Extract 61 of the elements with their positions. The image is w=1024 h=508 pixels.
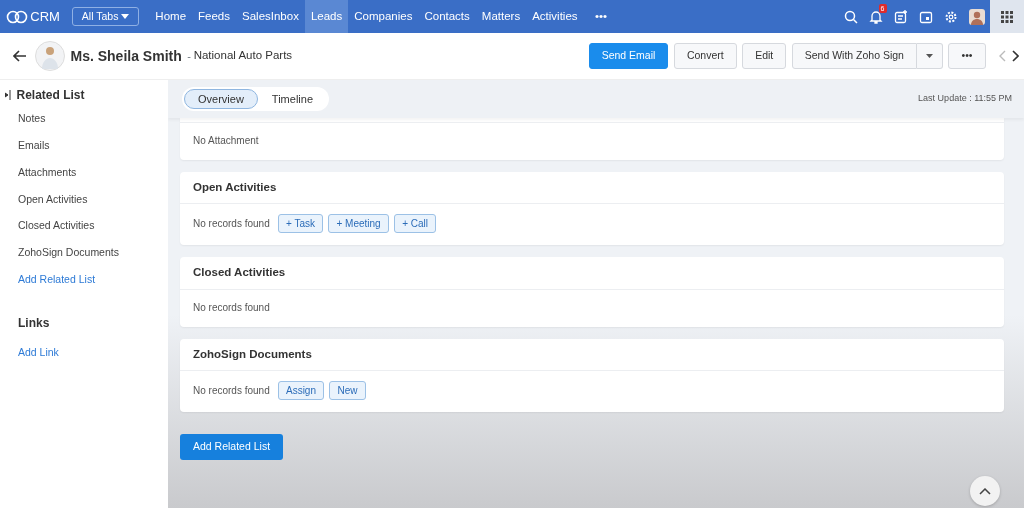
action-button[interactable]: ••• [948,43,986,69]
more-tabs-button[interactable]: ••• [589,0,614,33]
view-tab[interactable]: Timeline [257,88,327,110]
empty-message: No records found [193,383,270,398]
nav-tab[interactable]: Home [149,0,193,33]
section-heading: Open Activities [180,172,1004,205]
action-button[interactable]: Edit [742,43,787,69]
user-avatar-icon[interactable] [968,8,985,25]
sidebar-item[interactable]: ZohoSign Documents [0,240,168,267]
section-title: Related List [16,86,85,104]
nav-tab[interactable]: Contacts [418,0,476,33]
section-title: Links [17,314,51,332]
separator: - [187,48,191,64]
company-name: National Auto Parts [193,48,293,64]
nav-tab[interactable]: Matters [475,0,527,33]
add-item-button[interactable]: Assign [277,380,324,400]
chevron-up-icon [979,487,991,495]
caret-icon [121,14,130,20]
action-button[interactable]: Convert [673,43,737,69]
last-update-text: Last Update : 11:55 PM [918,92,1012,106]
settings-icon[interactable] [943,9,958,24]
empty-message: No records found [193,217,270,232]
section-heading: ZohoSign Documents [180,338,1004,371]
sidebar-item[interactable]: Emails [0,133,168,160]
calendar-icon[interactable] [918,9,933,24]
sidebar-item[interactable]: Closed Activities [0,213,168,240]
record-name: Ms. Sheila Smith [70,46,182,66]
nav-tab[interactable]: Activities [526,0,584,33]
section-heading: Closed Activities [180,257,1004,290]
add-related-list-link[interactable]: Add Related List [0,266,168,294]
sidebar-item[interactable]: Open Activities [0,186,168,214]
app-grid-icon[interactable] [1001,10,1013,23]
logo-icon [5,9,28,24]
nav-tab[interactable]: Leads [304,0,349,33]
add-note-icon[interactable] [893,9,908,24]
next-icon[interactable] [1011,50,1019,62]
sidebar-item[interactable]: Notes [0,106,168,133]
empty-message: No records found [193,300,270,315]
nav-tab[interactable]: Companies [348,0,419,33]
nav-tab[interactable]: Feeds [192,0,236,33]
add-item-button[interactable]: + Meeting [328,214,389,234]
back-arrow-icon[interactable] [13,50,27,62]
collapse-icon[interactable] [5,89,11,100]
send-email-button[interactable]: Send Email [588,43,669,69]
bell-icon[interactable] [868,9,883,24]
add-link[interactable]: Add Link [0,339,168,367]
all-tabs-dropdown[interactable]: All Tabs [71,6,140,27]
add-item-button[interactable]: + Task [277,214,323,234]
dropdown-toggle-button[interactable] [916,43,943,69]
add-item-button[interactable]: New [329,380,366,400]
nav-tab[interactable]: SalesInbox [236,0,305,33]
person-photo-icon [35,41,65,71]
empty-message: No Attachment [193,134,259,148]
split-button[interactable]: Send With Zoho Sign [791,43,917,69]
view-tab[interactable]: Overview [184,88,258,110]
logo-text: CRM [30,7,60,26]
add-item-button[interactable]: + Call [394,214,437,234]
add-related-list-button[interactable]: Add Related List [180,433,284,460]
sidebar-item[interactable]: Attachments [0,159,168,187]
search-icon[interactable] [843,9,858,24]
caret-icon [925,54,933,59]
